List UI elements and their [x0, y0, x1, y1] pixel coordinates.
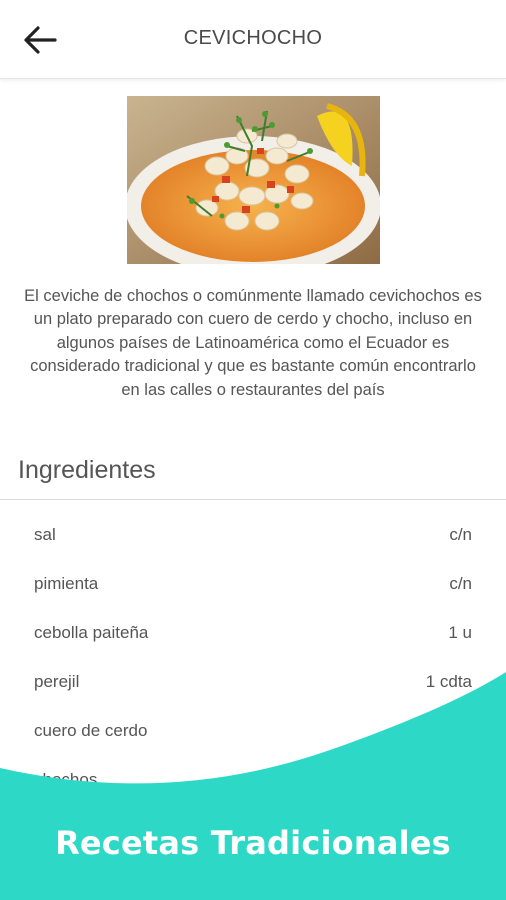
- promo-banner: Recetas Tradicionales: [0, 660, 506, 900]
- ingredient-row: cebolla paiteña 1 u: [0, 608, 506, 657]
- ingredient-quantity: c/n: [449, 574, 472, 593]
- ingredient-row: sal c/n: [0, 510, 506, 559]
- banner-title: Recetas Tradicionales: [55, 824, 451, 862]
- ingredient-row: pimienta c/n: [0, 559, 506, 608]
- ingredient-name: sal: [34, 525, 56, 544]
- ingredient-name: cebolla paiteña: [34, 623, 149, 642]
- ingredient-quantity: c/n: [449, 525, 472, 544]
- banner-wave: [0, 672, 506, 900]
- ingredient-name: pimienta: [34, 574, 99, 593]
- page-title: CEVICHOCHO: [183, 27, 323, 49]
- section-divider: [0, 499, 506, 500]
- ingredient-quantity: 1 u: [448, 623, 472, 642]
- app-bar: CEVICHOCHO: [0, 0, 506, 79]
- recipe-description: El ceviche de chochos o comúnmente llama…: [24, 287, 482, 399]
- ingredients-title: Ingredientes: [18, 456, 156, 484]
- recipe-image: [125, 96, 381, 276]
